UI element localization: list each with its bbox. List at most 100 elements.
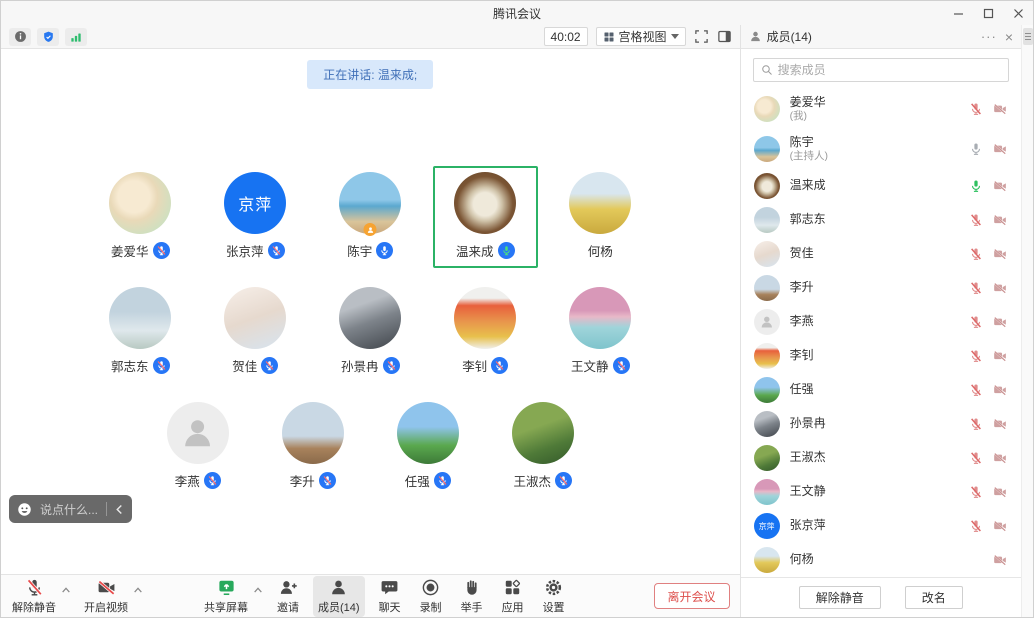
participant-tile[interactable]: 李钊: [433, 281, 538, 383]
meeting-timer: 40:02: [544, 27, 588, 46]
avatar: [569, 287, 631, 349]
member-row[interactable]: 王淑杰: [741, 441, 1021, 475]
member-row[interactable]: 郭志东: [741, 203, 1021, 237]
apps-icon: [503, 578, 522, 598]
panel-unmute-button[interactable]: 解除静音: [799, 586, 881, 609]
member-subtitle: (主持人): [790, 150, 968, 162]
mic-options-chevron-icon[interactable]: [61, 583, 71, 597]
member-row[interactable]: 贺佳: [741, 237, 1021, 271]
member-mic-muted-icon: [969, 281, 983, 295]
member-camera-off-icon: [992, 485, 1008, 499]
record-button[interactable]: 录制: [415, 576, 447, 617]
emoji-icon[interactable]: [17, 502, 32, 517]
main-area: 40:02 宫格视图 正在讲话: 温来成; 姜爱华京萍张京萍: [1, 25, 740, 617]
participant-tile[interactable]: 贺佳: [203, 281, 308, 383]
mic-speaking-icon: [498, 242, 515, 259]
sidebar-toggle-icon[interactable]: [717, 29, 732, 44]
rename-button[interactable]: 改名: [905, 586, 963, 609]
fullscreen-icon[interactable]: [694, 29, 709, 44]
host-badge-icon: [364, 223, 377, 236]
member-row[interactable]: 何杨: [741, 543, 1021, 577]
participant-name: 姜爱华: [111, 241, 149, 260]
raise-hand-button[interactable]: 举手: [456, 576, 488, 617]
close-panel-icon[interactable]: ×: [1005, 29, 1013, 45]
panel-handle-icon[interactable]: [1023, 28, 1033, 45]
network-signal-icon[interactable]: [65, 28, 87, 46]
more-options-icon[interactable]: ···: [981, 29, 997, 44]
member-camera-off-icon: [992, 213, 1008, 227]
participant-tile[interactable]: 孙景冉: [318, 281, 423, 383]
mic-muted-icon: [613, 357, 630, 374]
apps-button[interactable]: 应用: [497, 576, 529, 617]
participant-tile[interactable]: 李升: [260, 396, 365, 498]
leave-meeting-button[interactable]: 离开会议: [654, 583, 730, 609]
avatar: [339, 172, 401, 234]
participant-tile[interactable]: 温来成: [433, 166, 538, 268]
avatar: 京萍: [224, 172, 286, 234]
member-name: 姜爱华: [790, 96, 968, 110]
member-mic-muted-icon: [969, 451, 983, 465]
apps-label: 应用: [502, 599, 524, 615]
member-row[interactable]: 陈宇(主持人): [741, 129, 1021, 169]
chat-input-placeholder[interactable]: 说点什么...: [40, 501, 98, 518]
member-row[interactable]: 孙景冉: [741, 407, 1021, 441]
unmute-button[interactable]: 解除静音: [7, 576, 61, 617]
participant-tile[interactable]: 李燕: [145, 396, 250, 498]
maximize-button[interactable]: [973, 1, 1003, 25]
collapse-chat-icon[interactable]: [115, 504, 124, 515]
avatar: [109, 287, 171, 349]
participant-name: 温来成: [456, 241, 494, 260]
mic-off-icon: [25, 578, 44, 598]
participant-tile[interactable]: 任强: [375, 396, 480, 498]
participant-tile[interactable]: 京萍张京萍: [203, 166, 308, 268]
avatar: [754, 547, 780, 573]
avatar: [754, 377, 780, 403]
share-options-chevron-icon[interactable]: [253, 583, 263, 597]
member-row[interactable]: 李升: [741, 271, 1021, 305]
member-row[interactable]: 任强: [741, 373, 1021, 407]
participant-tile[interactable]: 姜爱华: [88, 166, 193, 268]
member-mic-muted-icon: [969, 383, 983, 397]
member-row[interactable]: 王文静: [741, 475, 1021, 509]
mic-muted-icon: [434, 472, 451, 489]
participant-name: 孙景冉: [341, 356, 379, 375]
member-row[interactable]: 李钊: [741, 339, 1021, 373]
member-search-box: [753, 58, 1009, 82]
member-search-input[interactable]: [778, 63, 1001, 77]
participant-tile[interactable]: 郭志东: [88, 281, 193, 383]
raise-hand-icon: [463, 578, 481, 598]
chat-button[interactable]: 聊天: [374, 576, 406, 617]
unmute-label: 解除静音: [12, 599, 56, 615]
member-name: 郭志东: [790, 213, 968, 227]
member-camera-off-icon: [992, 349, 1008, 363]
avatar: [339, 287, 401, 349]
video-options-chevron-icon[interactable]: [133, 583, 143, 597]
security-shield-icon[interactable]: [37, 28, 59, 46]
participant-tile[interactable]: 王文静: [548, 281, 653, 383]
settings-button[interactable]: 设置: [538, 576, 570, 617]
participant-tile[interactable]: 王淑杰: [490, 396, 595, 498]
members-button[interactable]: 成员(14): [313, 576, 365, 617]
participant-grid: 姜爱华京萍张京萍陈宇温来成何杨郭志东贺佳孙景冉李钊王文静李燕李升任强王淑杰: [1, 166, 740, 498]
meeting-info-icon[interactable]: [9, 28, 31, 46]
layout-view-button[interactable]: 宫格视图: [596, 27, 686, 46]
member-row[interactable]: 姜爱华(我): [741, 89, 1021, 129]
minimize-button[interactable]: [943, 1, 973, 25]
close-button[interactable]: [1003, 1, 1033, 25]
member-row[interactable]: 李燕: [741, 305, 1021, 339]
participant-name: 张京萍: [226, 241, 264, 260]
member-row[interactable]: 温来成: [741, 169, 1021, 203]
participant-name: 贺佳: [232, 356, 257, 375]
member-row[interactable]: 京萍张京萍: [741, 509, 1021, 543]
chat-icon: [380, 578, 399, 598]
camera-off-icon: [96, 578, 117, 598]
member-mic-muted-icon: [969, 213, 983, 227]
participant-tile[interactable]: 陈宇: [318, 166, 423, 268]
view-button-label: 宫格视图: [619, 28, 667, 45]
window-controls: [943, 1, 1033, 25]
invite-button[interactable]: 邀请: [272, 576, 304, 617]
start-video-button[interactable]: 开启视频: [79, 576, 133, 617]
members-icon: [329, 578, 348, 598]
share-screen-button[interactable]: 共享屏幕: [199, 576, 253, 617]
participant-tile[interactable]: 何杨: [548, 166, 653, 268]
